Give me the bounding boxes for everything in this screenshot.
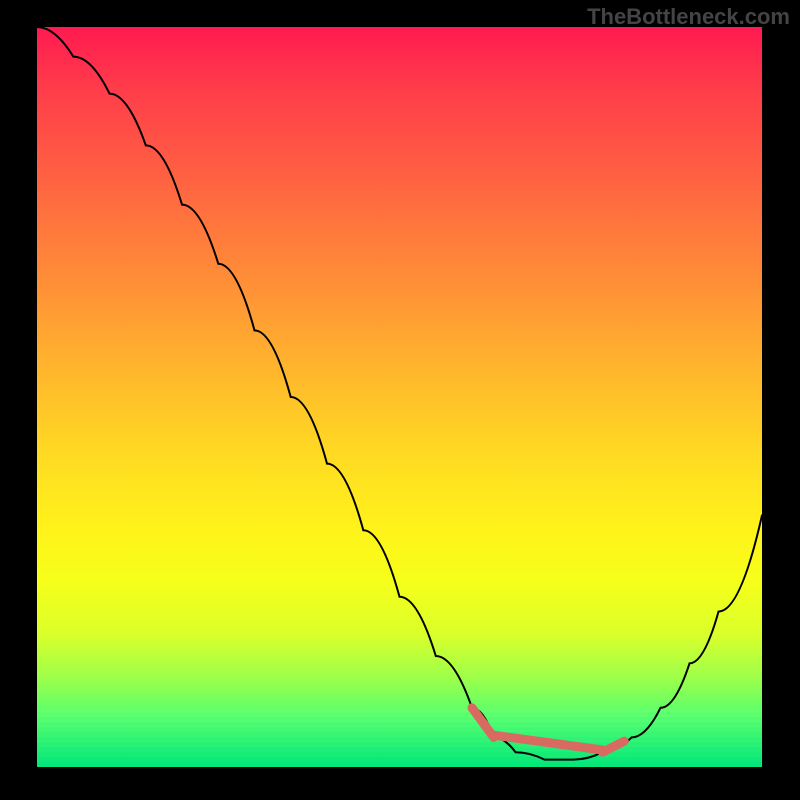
chart-plot-area xyxy=(37,27,762,767)
watermark-text: TheBottleneck.com xyxy=(587,4,790,30)
bottleneck-curve xyxy=(37,27,762,760)
optimal-marker-right xyxy=(603,741,625,752)
optimal-marker-flat xyxy=(494,735,603,750)
chart-svg xyxy=(37,27,762,767)
